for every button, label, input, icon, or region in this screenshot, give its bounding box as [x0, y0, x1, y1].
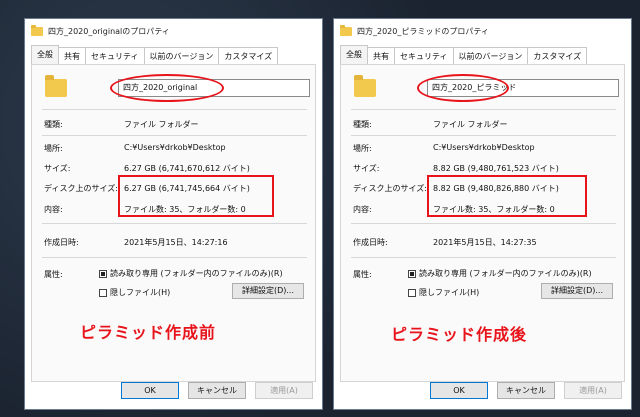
- cancel-button[interactable]: キャンセル: [188, 382, 246, 399]
- tab-sharing[interactable]: 共有: [58, 47, 86, 65]
- annotation-ellipse: [110, 74, 224, 102]
- hidden-checkbox[interactable]: 隠しファイル(H): [408, 287, 479, 298]
- properties-dialog-original: 四方_2020_originalのプロパティ 全般 共有 セキュリティ 以前のバ…: [24, 18, 323, 410]
- contents-label: 内容:: [353, 205, 372, 214]
- readonly-checkbox[interactable]: 読み取り専用 (フォルダー内のファイルのみ)(R): [99, 268, 283, 279]
- general-panel: 四方_2020_original 種類: ファイル フォルダー 場所: C:¥U…: [31, 64, 316, 382]
- tab-general[interactable]: 全般: [340, 45, 368, 65]
- location-label: 場所:: [353, 144, 372, 153]
- tab-general[interactable]: 全般: [31, 45, 59, 65]
- ok-button[interactable]: OK: [430, 382, 488, 399]
- divider: [42, 135, 307, 136]
- annotation-rect: [427, 175, 587, 217]
- readonly-label: 読み取り専用 (フォルダー内のファイルのみ)(R): [419, 269, 592, 278]
- disk-size-label: ディスク上のサイズ:: [353, 184, 427, 193]
- title-bar: 四方_2020_ピラミッドのプロパティ: [334, 19, 631, 43]
- divider: [351, 135, 616, 136]
- folder-icon: [340, 24, 352, 36]
- location-label: 場所:: [44, 144, 63, 153]
- tab-customize[interactable]: カスタマイズ: [527, 47, 588, 65]
- tab-previous-versions[interactable]: 以前のバージョン: [143, 47, 220, 65]
- attributes-label: 属性:: [44, 270, 63, 279]
- apply-button[interactable]: 適用(A): [255, 382, 313, 399]
- hidden-label: 隠しファイル(H): [419, 288, 480, 297]
- cancel-button[interactable]: キャンセル: [497, 382, 555, 399]
- ok-button[interactable]: OK: [121, 382, 179, 399]
- created-label: 作成日時:: [353, 238, 388, 247]
- annotation-rect: [118, 175, 274, 217]
- tab-sharing[interactable]: 共有: [367, 47, 395, 65]
- folder-icon: [354, 75, 376, 97]
- divider: [42, 257, 307, 258]
- advanced-button[interactable]: 詳細設定(D)...: [541, 283, 613, 299]
- checkbox-box[interactable]: [408, 269, 416, 278]
- size-label: サイズ:: [353, 164, 380, 173]
- disk-size-label: ディスク上のサイズ:: [44, 184, 118, 193]
- annotation-caption: ピラミッド作成後: [391, 325, 528, 344]
- location-value: C:¥Users¥drkob¥Desktop: [124, 143, 226, 152]
- tab-security[interactable]: セキュリティ: [85, 47, 145, 65]
- size-value: 6.27 GB (6,741,670,612 バイト): [124, 164, 250, 173]
- type-label: 種類:: [353, 120, 372, 129]
- location-value: C:¥Users¥drkob¥Desktop: [433, 143, 535, 152]
- tab-strip: 全般 共有 セキュリティ 以前のバージョン カスタマイズ: [31, 45, 279, 65]
- divider: [42, 223, 307, 224]
- annotation-caption: ピラミッド作成前: [80, 323, 217, 342]
- tab-strip: 全般 共有 セキュリティ 以前のバージョン カスタマイズ: [340, 45, 588, 65]
- divider: [351, 109, 616, 110]
- apply-button[interactable]: 適用(A): [564, 382, 622, 399]
- checkbox-box[interactable]: [99, 288, 107, 297]
- type-label: 種類:: [44, 120, 63, 129]
- window-title: 四方_2020_ピラミッドのプロパティ: [357, 26, 489, 36]
- divider: [42, 109, 307, 110]
- created-label: 作成日時:: [44, 238, 79, 247]
- folder-icon: [31, 24, 43, 36]
- contents-label: 内容:: [44, 205, 63, 214]
- annotation-ellipse: [417, 74, 509, 102]
- hidden-checkbox[interactable]: 隠しファイル(H): [99, 287, 170, 298]
- hidden-label: 隠しファイル(H): [110, 288, 171, 297]
- title-bar: 四方_2020_originalのプロパティ: [25, 19, 322, 43]
- tab-security[interactable]: セキュリティ: [394, 47, 454, 65]
- divider: [351, 257, 616, 258]
- window-title: 四方_2020_originalのプロパティ: [48, 26, 170, 36]
- checkbox-box[interactable]: [99, 269, 107, 278]
- size-value: 8.82 GB (9,480,761,523 バイト): [433, 164, 559, 173]
- folder-icon: [45, 75, 67, 97]
- checkbox-box[interactable]: [408, 288, 416, 297]
- tab-previous-versions[interactable]: 以前のバージョン: [452, 47, 529, 65]
- advanced-button[interactable]: 詳細設定(D)...: [232, 283, 304, 299]
- created-value: 2021年5月15日、14:27:35: [433, 238, 537, 247]
- attributes-label: 属性:: [353, 270, 372, 279]
- type-value: ファイル フォルダー: [433, 120, 508, 129]
- readonly-label: 読み取り専用 (フォルダー内のファイルのみ)(R): [110, 269, 283, 278]
- readonly-checkbox[interactable]: 読み取り専用 (フォルダー内のファイルのみ)(R): [408, 268, 592, 279]
- size-label: サイズ:: [44, 164, 71, 173]
- general-panel: 四方_2020_ピラミッド 種類: ファイル フォルダー 場所: C:¥User…: [340, 64, 625, 382]
- created-value: 2021年5月15日、14:27:16: [124, 238, 228, 247]
- type-value: ファイル フォルダー: [124, 120, 199, 129]
- properties-dialog-pyramid: 四方_2020_ピラミッドのプロパティ 全般 共有 セキュリティ 以前のバージョ…: [333, 18, 632, 410]
- divider: [351, 223, 616, 224]
- tab-customize[interactable]: カスタマイズ: [218, 47, 279, 65]
